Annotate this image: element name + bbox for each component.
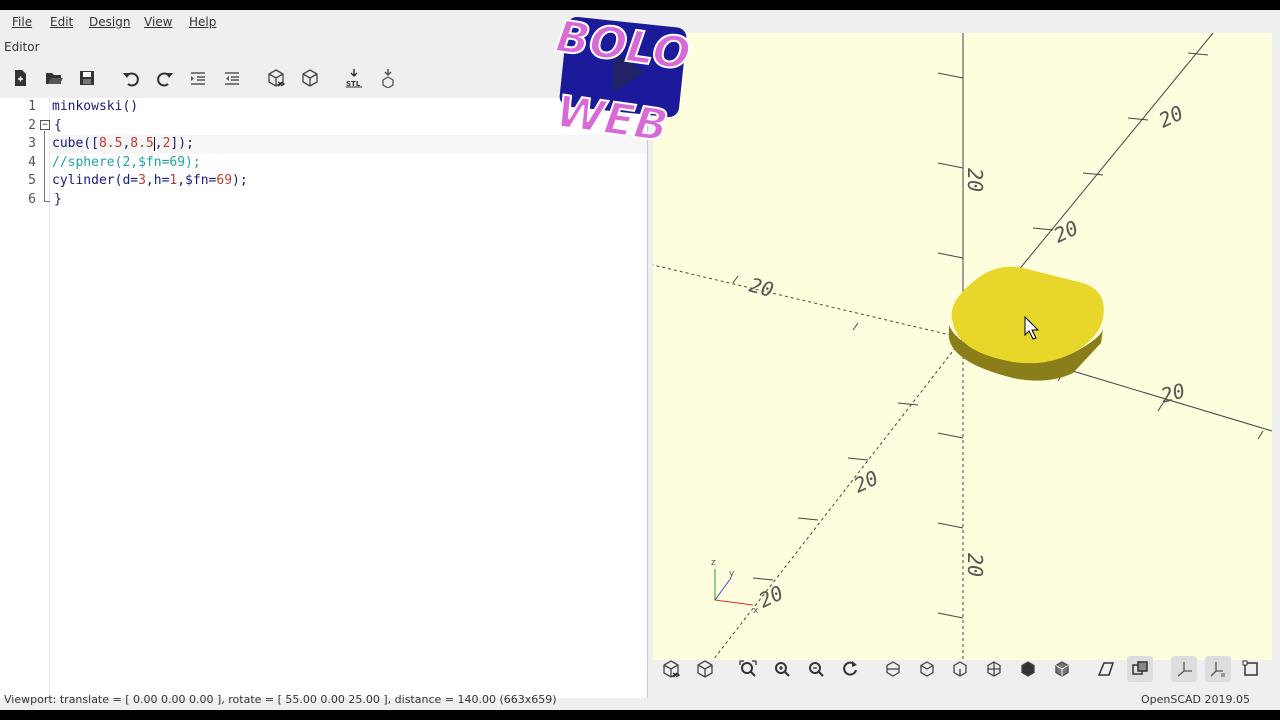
axis-indicator-z: z (711, 558, 716, 568)
menu-view[interactable]: View (144, 15, 172, 29)
show-edges-icon[interactable] (1238, 656, 1264, 682)
view-front-icon[interactable] (1015, 656, 1041, 682)
view-bottom-icon[interactable] (947, 656, 973, 682)
code-token: , (154, 136, 163, 151)
code-token: cube([ (52, 136, 99, 151)
axis-label: 20 (747, 273, 776, 302)
redo-icon[interactable] (151, 64, 179, 92)
code-number: 8.5 (130, 136, 154, 151)
status-bar: Viewport: translate = [ 0.00 0.00 0.00 ]… (0, 690, 1280, 710)
line-number: 4 (28, 155, 36, 170)
code-line-1: minkowski() (52, 99, 139, 114)
perspective-icon[interactable] (1093, 656, 1119, 682)
fold-collapse-icon[interactable]: − (40, 120, 50, 130)
fold-guide (44, 131, 45, 201)
render-icon[interactable] (692, 656, 718, 682)
y-axis-negative (712, 337, 964, 660)
line-number: 6 (28, 192, 36, 207)
menu-file-label: File (12, 15, 33, 29)
open-file-icon[interactable] (40, 64, 68, 92)
code-token: ); (232, 173, 248, 188)
code-number: 8.5 (98, 136, 123, 151)
code-line-3: cube([8.5,8.5,2]); (52, 136, 194, 151)
code-token: ,$fn= (177, 173, 217, 188)
new-file-icon[interactable] (6, 64, 34, 92)
app-version: OpenSCAD 2019.05 (1140, 693, 1250, 706)
axis-label: 20 (963, 168, 987, 192)
line-number: 1 (28, 99, 36, 114)
menu-design[interactable]: Design (89, 15, 130, 29)
view-back-icon[interactable] (1049, 656, 1075, 682)
openscad-window: File Edit Design View Help Editor STL 1 … (0, 10, 1280, 710)
view-right-icon[interactable] (880, 656, 906, 682)
axis-indicator-y: y (729, 569, 735, 579)
bolo-web-logo: BOLO WEB (545, 10, 725, 153)
axis-label: 20 (755, 581, 787, 613)
show-axes-icon[interactable] (1171, 656, 1197, 682)
render-icon[interactable] (296, 64, 324, 92)
code-token: ,h= (145, 173, 170, 188)
code-number: 69 (216, 173, 233, 188)
undo-icon[interactable] (117, 64, 145, 92)
axis-label: 20 (850, 466, 882, 498)
zoom-out-icon[interactable] (803, 656, 829, 682)
menu-help-label: Help (189, 15, 217, 29)
indent-icon[interactable] (184, 64, 212, 92)
zoom-all-icon[interactable] (735, 656, 761, 682)
menu-file[interactable]: File (12, 15, 32, 29)
axis-indicator-x: x (753, 606, 759, 616)
3d-viewport[interactable]: 20 20 20 20 20 20 20 20 z y x (653, 33, 1272, 660)
code-number: 3 (138, 173, 146, 188)
code-token: cylinder(d= (52, 173, 139, 188)
code-line-5: cylinder(d=3,h=1,$fn=69); (52, 173, 248, 188)
menu-edit[interactable]: Edit (50, 15, 73, 29)
code-line-6: } (54, 192, 62, 207)
unindent-icon[interactable] (218, 64, 246, 92)
editor-toolbar: STL (0, 64, 420, 96)
code-editor[interactable]: 1 2 3 4 5 6 − minkowski() { cube([8.5,8.… (0, 98, 648, 698)
line-number: 3 (28, 136, 36, 151)
viewport-toolbar (653, 650, 1280, 688)
line-number: 2 (28, 118, 36, 133)
editor-dock-title: Editor (4, 40, 40, 54)
viewport-scene: 20 20 20 20 20 20 20 20 z y x (653, 33, 1272, 660)
zoom-in-icon[interactable] (769, 656, 795, 682)
view-top-icon[interactable] (914, 656, 940, 682)
preview-icon[interactable] (262, 64, 290, 92)
axes-indicator: z y x (711, 558, 759, 616)
send-to-print-icon[interactable] (374, 64, 402, 92)
fold-guide-end (44, 201, 50, 202)
x-axis-negative (653, 264, 964, 339)
viewport-info: Viewport: translate = [ 0.00 0.00 0.00 ]… (4, 693, 557, 706)
axis-label: 20 (963, 553, 987, 577)
reset-view-icon[interactable] (837, 656, 863, 682)
show-scale-icon[interactable] (1205, 656, 1231, 682)
orthogonal-icon[interactable] (1127, 656, 1153, 682)
line-number: 5 (28, 173, 36, 188)
code-token: ]); (170, 136, 194, 151)
view-left-icon[interactable] (981, 656, 1007, 682)
code-line-2: { (54, 118, 62, 133)
axis-label: 20 (1050, 216, 1082, 248)
menu-design-label: Design (89, 15, 131, 29)
line-number-gutter: 1 2 3 4 5 6 (0, 98, 50, 698)
export-stl-icon[interactable]: STL (340, 64, 368, 92)
menu-edit-label: Edit (50, 15, 74, 29)
code-line-4: //sphere(2,$fn=69); (52, 155, 201, 170)
axis-label: 20 (1158, 378, 1187, 407)
menu-view-label: View (144, 15, 173, 29)
axis-label: 20 (1155, 101, 1187, 133)
menu-help[interactable]: Help (189, 15, 216, 29)
preview-icon[interactable] (658, 656, 684, 682)
save-icon[interactable] (73, 64, 101, 92)
